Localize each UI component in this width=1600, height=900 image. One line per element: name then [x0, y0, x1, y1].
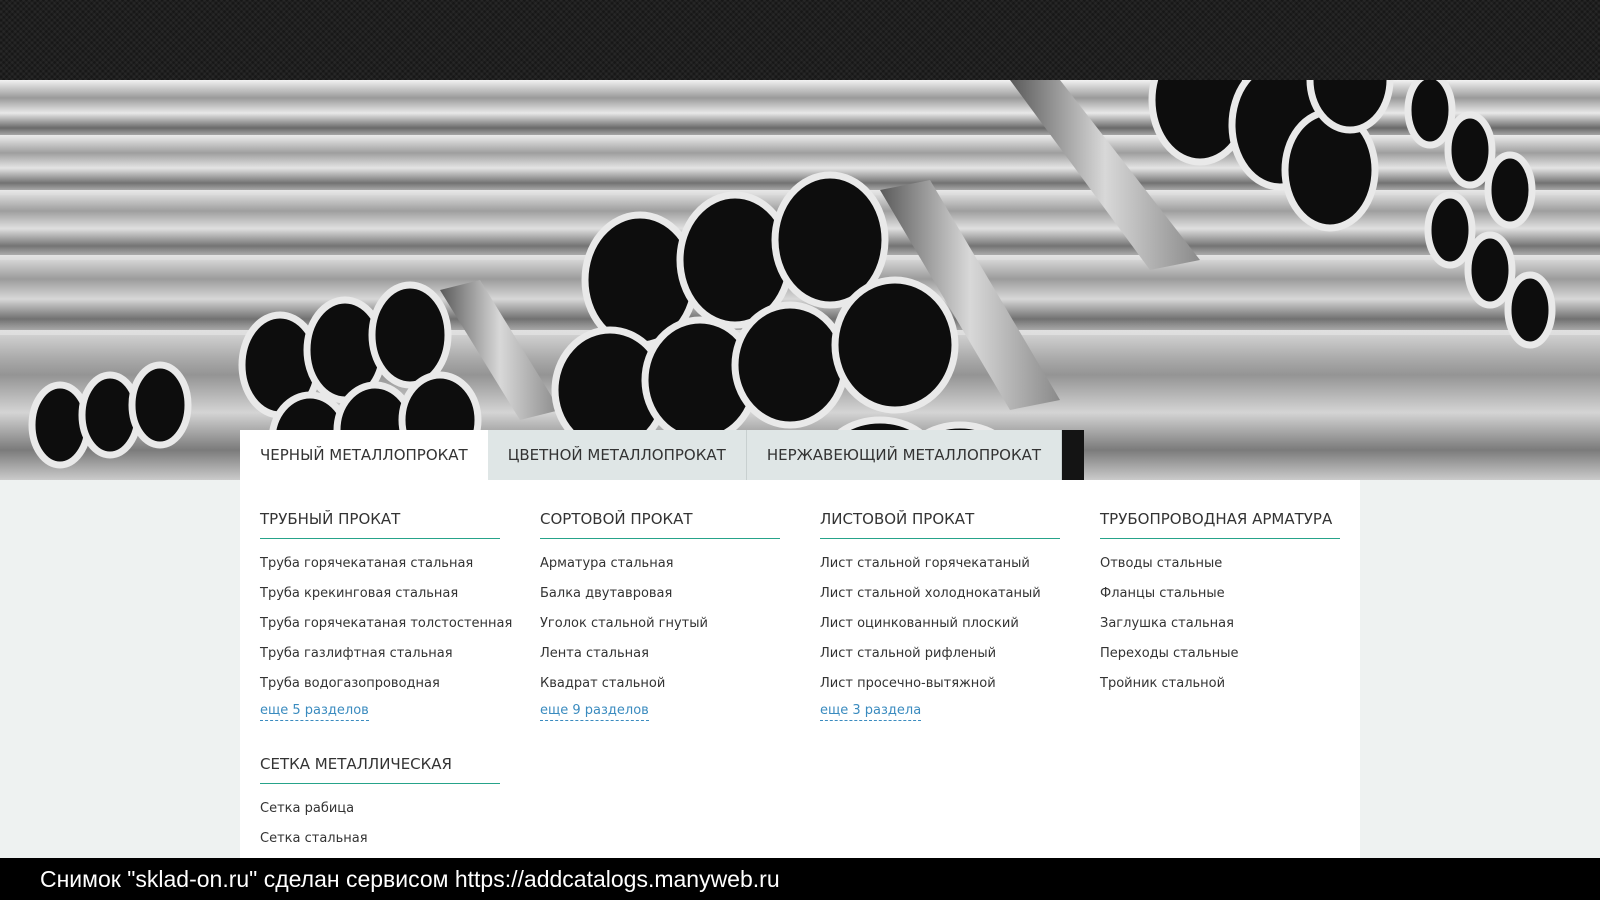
- list-item[interactable]: Балка двутавровая: [540, 579, 780, 609]
- list-item[interactable]: Труба горячекатаная толстостенная: [260, 609, 512, 639]
- list-item[interactable]: Труба водогазопроводная: [260, 669, 500, 699]
- column-section: СОРТОВОЙ ПРОКАТ Арматура стальная Балка …: [540, 510, 780, 721]
- pipe-list: Труба горячекатаная стальная Труба креки…: [260, 549, 512, 699]
- tab-nonferrous-metal[interactable]: ЦВЕТНОЙ МЕТАЛЛОПРОКАТ: [487, 430, 747, 480]
- list-item[interactable]: Сетка рабица: [260, 794, 500, 824]
- list-item[interactable]: Лента стальная: [540, 639, 780, 669]
- list-item[interactable]: Лист стальной горячекатаный: [820, 549, 1060, 579]
- column-sheet: ЛИСТОВОЙ ПРОКАТ Лист стальной горячеката…: [820, 510, 1060, 721]
- list-item[interactable]: Отводы стальные: [1100, 549, 1340, 579]
- list-item[interactable]: Переходы стальные: [1100, 639, 1340, 669]
- column-title-fittings[interactable]: ТРУБОПРОВОДНАЯ АРМАТУРА: [1100, 510, 1340, 539]
- column-mesh: СЕТКА МЕТАЛЛИЧЕСКАЯ Сетка рабица Сетка с…: [260, 755, 500, 854]
- section-list: Арматура стальная Балка двутавровая Угол…: [540, 549, 780, 699]
- mesh-list: Сетка рабица Сетка стальная: [260, 794, 500, 854]
- catalog-menu-panel: ТРУБНЫЙ ПРОКАТ Труба горячекатаная сталь…: [240, 480, 1360, 860]
- list-item[interactable]: Арматура стальная: [540, 549, 780, 579]
- list-item[interactable]: Лист стальной холоднокатаный: [820, 579, 1060, 609]
- list-item[interactable]: Лист просечно-вытяжной: [820, 669, 1060, 699]
- list-item[interactable]: Тройник стальной: [1100, 669, 1340, 699]
- more-link-sheet[interactable]: еще 3 раздела: [820, 702, 922, 721]
- list-item[interactable]: Уголок стальной гнутый: [540, 609, 780, 639]
- list-item[interactable]: Труба горячекатаная стальная: [260, 549, 500, 579]
- sheet-list: Лист стальной горячекатаный Лист стально…: [820, 549, 1060, 699]
- list-item[interactable]: Фланцы стальные: [1100, 579, 1340, 609]
- column-title-pipe[interactable]: ТРУБНЫЙ ПРОКАТ: [260, 510, 500, 539]
- column-pipe: ТРУБНЫЙ ПРОКАТ Труба горячекатаная сталь…: [260, 510, 512, 721]
- top-header-bar: [0, 0, 1600, 80]
- screenshot-caption: Снимок "sklad-on.ru" сделан сервисом htt…: [0, 858, 1600, 900]
- column-fittings: ТРУБОПРОВОДНАЯ АРМАТУРА Отводы стальные …: [1100, 510, 1340, 699]
- list-item[interactable]: Труба крекинговая стальная: [260, 579, 500, 609]
- column-title-mesh[interactable]: СЕТКА МЕТАЛЛИЧЕСКАЯ: [260, 755, 500, 784]
- tab-stainless-metal[interactable]: НЕРЖАВЕЮЩИЙ МЕТАЛЛОПРОКАТ: [746, 430, 1063, 480]
- column-title-section[interactable]: СОРТОВОЙ ПРОКАТ: [540, 510, 780, 539]
- list-item[interactable]: Квадрат стальной: [540, 669, 780, 699]
- more-link-pipe[interactable]: еще 5 разделов: [260, 702, 369, 721]
- list-item[interactable]: Труба газлифтная стальная: [260, 639, 500, 669]
- list-item[interactable]: Лист стальной рифленый: [820, 639, 1060, 669]
- more-link-section[interactable]: еще 9 разделов: [540, 702, 649, 721]
- fittings-list: Отводы стальные Фланцы стальные Заглушка…: [1100, 549, 1340, 699]
- list-item[interactable]: Сетка стальная: [260, 824, 500, 854]
- hero-banner-image: [0, 80, 1600, 480]
- tab-ferrous-metal[interactable]: ЧЕРНЫЙ МЕТАЛЛОПРОКАТ: [240, 430, 488, 480]
- list-item[interactable]: Лист оцинкованный плоский: [820, 609, 1060, 639]
- category-tabs: ЧЕРНЫЙ МЕТАЛЛОПРОКАТ ЦВЕТНОЙ МЕТАЛЛОПРОК…: [240, 430, 1085, 480]
- column-title-sheet[interactable]: ЛИСТОВОЙ ПРОКАТ: [820, 510, 1060, 539]
- list-item[interactable]: Заглушка стальная: [1100, 609, 1340, 639]
